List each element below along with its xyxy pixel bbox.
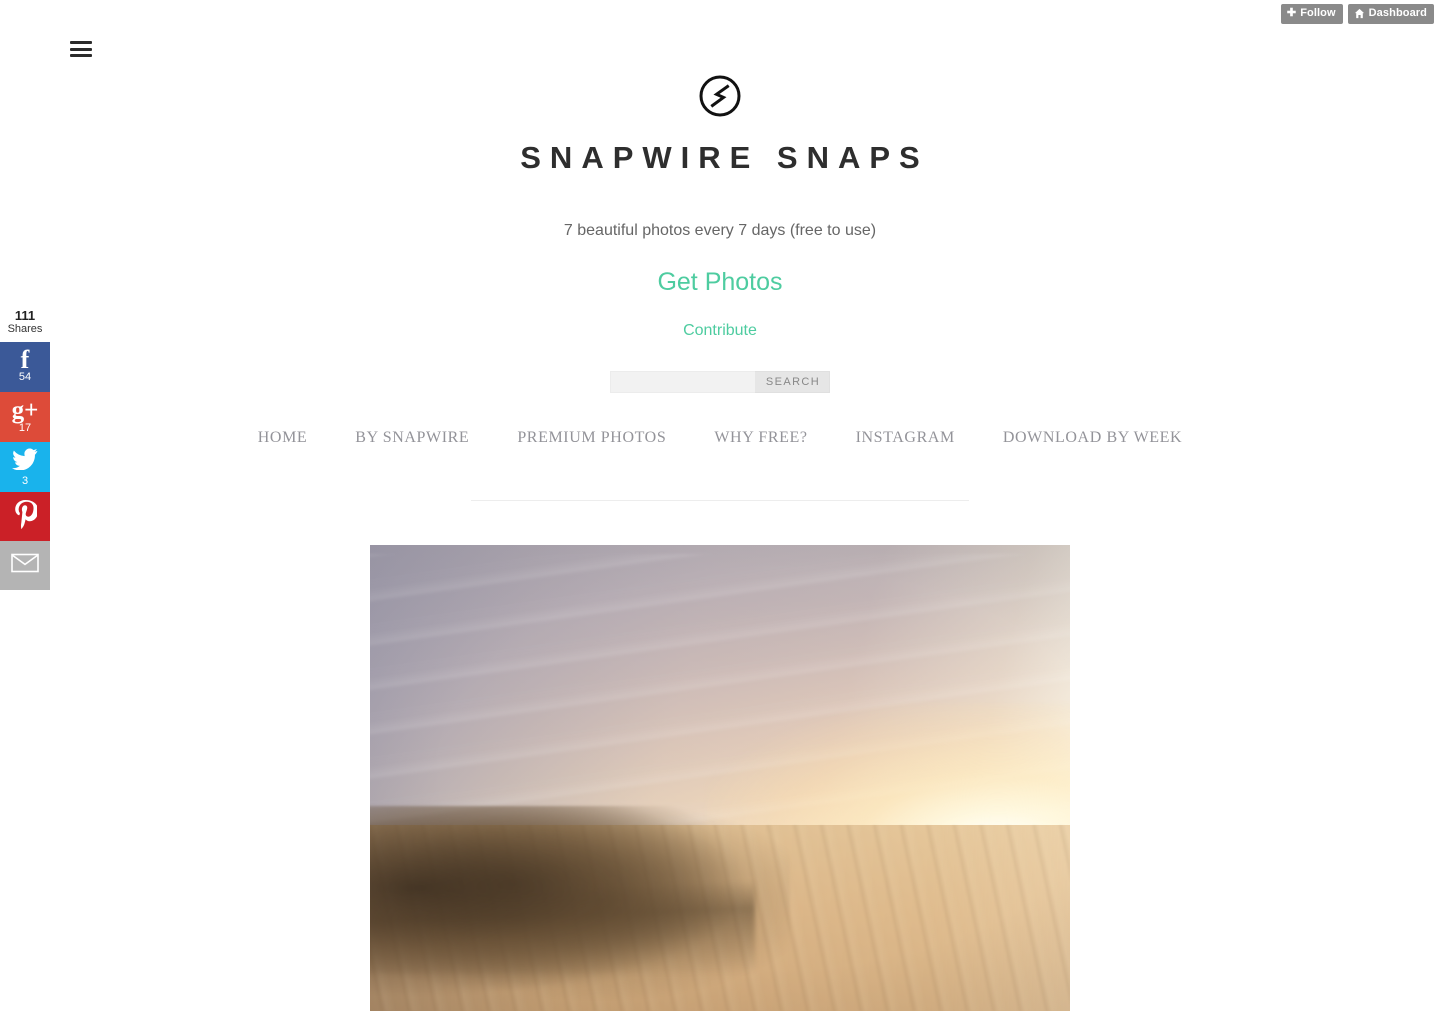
- post-photo-container: [0, 545, 1440, 1011]
- house-icon: [1354, 8, 1365, 19]
- contribute-link[interactable]: Contribute: [683, 322, 757, 339]
- nav-item-why-free[interactable]: WHY FREE?: [690, 429, 831, 447]
- twitter-bird-icon: [12, 447, 38, 475]
- search-input[interactable]: [609, 371, 755, 393]
- photo-dunes: [370, 805, 790, 1011]
- post-photo[interactable]: [370, 545, 1070, 1011]
- pinterest-icon: [13, 499, 39, 534]
- share-button-pinterest[interactable]: [0, 492, 50, 541]
- get-photos-link[interactable]: Get Photos: [657, 268, 782, 296]
- hamburger-bar: [70, 54, 92, 57]
- hamburger-bar: [70, 41, 92, 44]
- site-tagline: 7 beautiful photos every 7 days (free to…: [563, 222, 877, 239]
- plus-icon: ✚: [1286, 7, 1297, 19]
- share-total-count: 111: [14, 308, 36, 323]
- share-button-twitter[interactable]: 3: [0, 442, 50, 492]
- social-share-rail: 111 Shares f 54 g+ 17 3: [0, 308, 50, 590]
- tumblr-controls-bar: ✚ Follow Dashboard: [1280, 4, 1434, 24]
- dashboard-button[interactable]: Dashboard: [1347, 4, 1434, 24]
- facebook-share-count: 54: [18, 371, 32, 383]
- share-button-facebook[interactable]: f 54: [0, 342, 50, 392]
- nav-item-by-snapwire[interactable]: BY SNAPWIRE: [331, 429, 493, 447]
- hamburger-icon[interactable]: [70, 38, 92, 60]
- follow-button[interactable]: ✚ Follow: [1280, 4, 1343, 24]
- hamburger-bar: [70, 47, 92, 51]
- nav-item-instagram[interactable]: INSTAGRAM: [832, 429, 979, 447]
- share-total: 111 Shares: [0, 308, 50, 342]
- nav-item-download-by-week[interactable]: DOWNLOAD BY WEEK: [979, 429, 1206, 447]
- google-plus-icon: g+: [11, 396, 39, 424]
- contribute-row: Contribute: [0, 321, 1440, 341]
- facebook-icon: f: [20, 345, 30, 374]
- share-total-label: Shares: [7, 323, 43, 335]
- twitter-share-count: 3: [21, 474, 29, 487]
- main-navigation: HOME BY SNAPWIRE PREMIUM PHOTOS WHY FREE…: [0, 429, 1440, 447]
- site-logo[interactable]: [0, 74, 1440, 122]
- search-form: SEARCH: [0, 371, 1440, 393]
- share-button-email[interactable]: [0, 541, 50, 590]
- dashboard-button-label: Dashboard: [1368, 7, 1427, 19]
- snapwire-circle-s-logo-icon: [698, 74, 742, 123]
- search-button[interactable]: SEARCH: [754, 371, 831, 393]
- envelope-icon: [11, 553, 39, 578]
- nav-item-premium-photos[interactable]: PREMIUM PHOTOS: [493, 429, 690, 447]
- page-content: SNAPWIRE SNAPS 7 beautiful photos every …: [0, 0, 1440, 1011]
- section-divider: [471, 500, 969, 501]
- share-button-google-plus[interactable]: g+ 17: [0, 392, 50, 442]
- page-title: SNAPWIRE SNAPS: [520, 140, 929, 175]
- google-plus-share-count: 17: [18, 421, 32, 434]
- follow-button-label: Follow: [1300, 7, 1336, 19]
- nav-item-home[interactable]: HOME: [234, 429, 332, 447]
